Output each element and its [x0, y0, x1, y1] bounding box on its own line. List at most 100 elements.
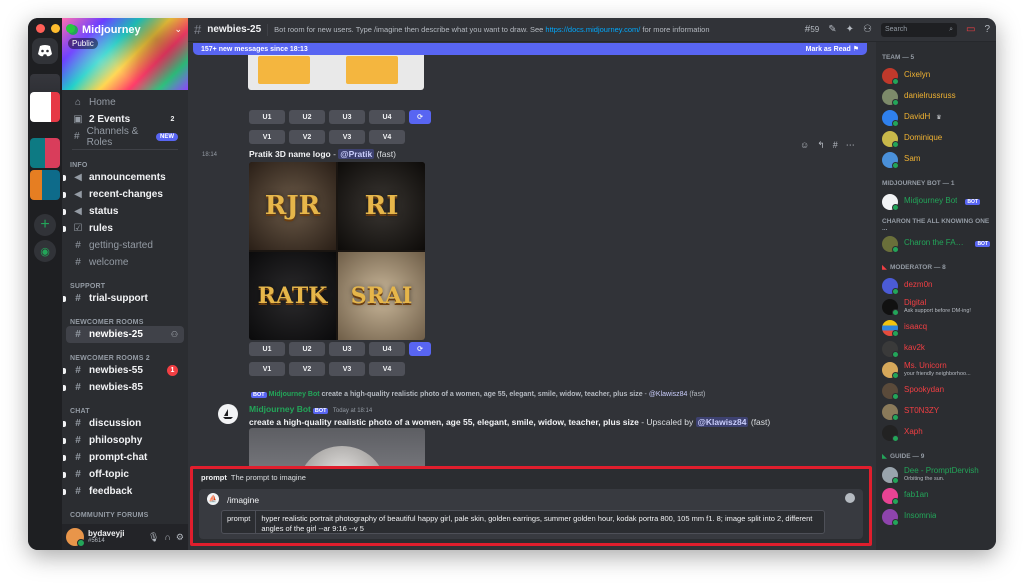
upscale-2-button[interactable]: U2: [289, 342, 325, 356]
category-info[interactable]: INFO: [66, 154, 184, 169]
variation-1-button[interactable]: V1: [249, 130, 285, 144]
author-name[interactable]: Midjourney Bot: [249, 404, 311, 414]
gear-icon[interactable]: ⚙: [176, 532, 184, 543]
channel-welcome[interactable]: # welcome: [66, 254, 184, 271]
variation-4-button[interactable]: V4: [369, 362, 405, 376]
emoji-picker-icon[interactable]: [845, 493, 855, 503]
avatar[interactable]: [218, 404, 238, 424]
grid-image-2[interactable]: RI: [338, 162, 425, 250]
threads-button[interactable]: #59: [805, 24, 819, 35]
member-row[interactable]: dezm0n: [882, 275, 990, 296]
upscale-4-button[interactable]: U4: [369, 342, 405, 356]
member-row[interactable]: Charon the FAQ ... BOT: [882, 233, 990, 254]
sidebar-item-channels-roles[interactable]: # Channels & Roles NEW: [66, 126, 184, 148]
member-list-icon[interactable]: ⚇: [863, 24, 872, 35]
create-thread-icon[interactable]: #: [833, 140, 838, 151]
server-name-button[interactable]: ✓ Midjourney: [68, 24, 141, 36]
message-input[interactable]: ⛵ /imagine prompt hyper realistic portra…: [199, 489, 863, 539]
variation-3-button[interactable]: V3: [329, 362, 365, 376]
sidebar-item-home[interactable]: ⌂ Home: [66, 94, 184, 111]
minimize-window-button[interactable]: [51, 24, 60, 33]
variation-1-button[interactable]: V1: [249, 362, 285, 376]
channel-newbies-55[interactable]: # newbies-55 1: [63, 362, 184, 379]
avatar[interactable]: [66, 528, 85, 547]
member-row[interactable]: Ms. Unicorn your friendly neighborhoo...: [882, 359, 990, 380]
channel-recent-changes[interactable]: ◀ recent-changes: [63, 186, 184, 203]
mute-microphone-icon[interactable]: 🎙︎: [148, 532, 159, 543]
channel-getting-started[interactable]: # getting-started: [66, 237, 184, 254]
server-icon[interactable]: [30, 170, 60, 200]
search-input[interactable]: Search ⌕: [880, 22, 957, 37]
member-row[interactable]: danielrussruss: [882, 86, 990, 107]
upscale-4-button[interactable]: U4: [369, 110, 405, 124]
channel-rules[interactable]: ☑ rules: [63, 220, 184, 237]
explore-servers-button[interactable]: ◉: [34, 240, 56, 262]
member-row[interactable]: Xaph: [882, 422, 990, 443]
prompt-option-field[interactable]: prompt hyper realistic portrait photogra…: [221, 510, 825, 534]
member-row[interactable]: Sam: [882, 149, 990, 170]
docs-link[interactable]: https://docs.midjourney.com/: [545, 25, 640, 34]
channel-trial-support[interactable]: # trial-support: [63, 290, 184, 307]
member-row[interactable]: DavidH ♛: [882, 107, 990, 128]
mute-notifications-icon[interactable]: ✎: [828, 24, 836, 35]
pinned-messages-icon[interactable]: ✦: [846, 24, 854, 35]
category-support[interactable]: SUPPORT: [66, 275, 184, 290]
member-row[interactable]: ST0N3ZY: [882, 401, 990, 422]
member-row[interactable]: Cixelyn: [882, 65, 990, 86]
upscale-3-button[interactable]: U3: [329, 110, 365, 124]
upscale-1-button[interactable]: U1: [249, 110, 285, 124]
add-server-button[interactable]: +: [34, 214, 56, 236]
upscale-3-button[interactable]: U3: [329, 342, 365, 356]
channel-announcements[interactable]: ◀ announcements: [63, 169, 184, 186]
member-row[interactable]: Spookydan: [882, 380, 990, 401]
user-mention[interactable]: @Pratik: [338, 149, 375, 159]
upscale-2-button[interactable]: U2: [289, 110, 325, 124]
close-window-button[interactable]: [36, 24, 45, 33]
channel-prompt-chat[interactable]: # prompt-chat: [63, 449, 184, 466]
category-newcomer-rooms-2[interactable]: NEWCOMER ROOMS 2: [66, 347, 184, 362]
variation-3-button[interactable]: V3: [329, 130, 365, 144]
zoom-window-button[interactable]: [66, 24, 75, 33]
chevron-down-icon[interactable]: ⌄: [174, 24, 182, 35]
channel-philosophy[interactable]: # philosophy: [63, 432, 184, 449]
image-grid[interactable]: RJR RI RATK SRAI: [249, 162, 425, 340]
channel-discussion[interactable]: # discussion: [63, 415, 184, 432]
new-messages-bar[interactable]: 157+ new messages since 18:13 Mark as Re…: [193, 43, 867, 55]
prompt-text-input[interactable]: hyper realistic portrait photography of …: [256, 511, 824, 533]
member-row[interactable]: kav2k: [882, 338, 990, 359]
member-row[interactable]: Dominique: [882, 128, 990, 149]
channel-newbies-85[interactable]: # newbies-85: [63, 379, 184, 396]
category-chat[interactable]: CHAT: [66, 400, 184, 415]
channel-newbies-25[interactable]: # newbies-25 ⚇: [66, 326, 184, 343]
mark-as-read-button[interactable]: Mark as Read ⚑: [806, 45, 859, 53]
member-row[interactable]: fab1an: [882, 485, 990, 506]
category-community-forums[interactable]: COMMUNITY FORUMS: [66, 504, 184, 519]
channel-off-topic[interactable]: # off-topic: [63, 466, 184, 483]
grid-image-4[interactable]: SRAI: [338, 252, 425, 340]
grid-image-3[interactable]: RATK: [249, 252, 336, 340]
variation-2-button[interactable]: V2: [289, 362, 325, 376]
channel-status[interactable]: ◀ status: [63, 203, 184, 220]
headphones-icon[interactable]: ∩: [164, 532, 170, 543]
channel-feedback[interactable]: # feedback: [63, 483, 184, 500]
reroll-button[interactable]: ⟳: [409, 342, 431, 356]
message-image[interactable]: [248, 52, 424, 90]
member-row[interactable]: Insomnia: [882, 506, 990, 527]
reply-reference[interactable]: BOT Midjourney Bot create a high-quality …: [249, 391, 705, 398]
server-icon[interactable]: [30, 92, 60, 122]
inbox-icon[interactable]: ▭: [966, 24, 975, 35]
reply-icon[interactable]: ↰: [817, 140, 825, 151]
direct-messages-button[interactable]: [32, 38, 58, 64]
add-reaction-icon[interactable]: ☺: [800, 140, 809, 151]
add-member-icon[interactable]: ⚇: [171, 330, 178, 339]
more-options-icon[interactable]: ⋯: [846, 140, 855, 151]
grid-image-1[interactable]: RJR: [249, 162, 336, 250]
help-icon[interactable]: ?: [984, 24, 990, 35]
member-row[interactable]: isaacq: [882, 317, 990, 338]
user-mention[interactable]: @Klawisz84: [695, 417, 749, 427]
member-row[interactable]: Dee - PromptDervish Orbiting the sun.: [882, 464, 990, 485]
variation-4-button[interactable]: V4: [369, 130, 405, 144]
variation-2-button[interactable]: V2: [289, 130, 325, 144]
category-newcomer-rooms[interactable]: NEWCOMER ROOMS: [66, 311, 184, 326]
reroll-button[interactable]: ⟳: [409, 110, 431, 124]
